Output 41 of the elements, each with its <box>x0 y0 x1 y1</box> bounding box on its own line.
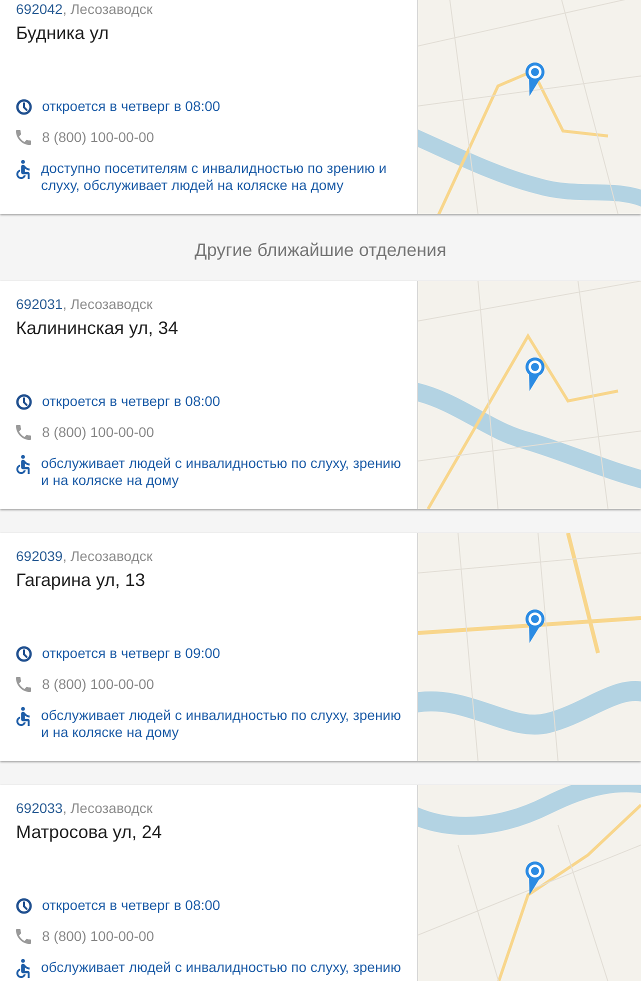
opening-hours-text: откроется в четверг в 08:00 <box>42 393 220 410</box>
accessibility-text: обслуживает людей с инвалидностью по слуху, зрению <box>41 959 402 976</box>
phone-number-text: 8 (800) 100-00-00 <box>42 424 154 441</box>
opening-hours-text: откроется в четверг в 09:00 <box>42 645 220 662</box>
phone-icon <box>16 677 31 692</box>
phone-number-text: 8 (800) 100-00-00 <box>42 129 154 146</box>
postcode-city-text: 692039, Лесозаводск <box>16 548 153 564</box>
office-card[interactable]: 692033, Лесозаводск Матросова ул, 24 откроется в четверг в 08:00 8 (800) 100-00-00 обслуживает людей с инвалидностью по слуху, зрению <box>0 785 641 981</box>
wheelchair-icon <box>16 707 30 726</box>
map-pin-icon <box>525 62 545 96</box>
map-pin-icon <box>525 609 545 643</box>
phone-icon <box>16 929 31 944</box>
map-pin-icon <box>525 861 545 895</box>
clock-icon <box>16 394 32 410</box>
office-card[interactable]: 692042, Лесозаводск Будника ул откроется в четверг в 08:00 8 (800) 100-00-00 доступно посетителям с инвалидностью по зрению и слуху, обслуживает людей на коляске на дому <box>0 0 641 214</box>
opening-hours-text: откроется в четверг в 08:00 <box>42 897 220 914</box>
phone-icon <box>16 130 31 145</box>
postcode-city-text: 692033, Лесозаводск <box>16 800 153 816</box>
wheelchair-icon <box>16 455 30 474</box>
office-card[interactable]: 692031, Лесозаводск Калининская ул, 34 откроется в четверг в 08:00 8 (800) 100-00-00 обслуживает людей с инвалидностью по слуху, зрению и на коляске на дому <box>0 281 641 509</box>
clock-icon <box>16 99 32 115</box>
postcode-city-text: 692042, Лесозаводск <box>16 1 153 17</box>
section-heading: Другие ближайшие отделения <box>194 239 448 262</box>
phone-icon <box>16 425 31 440</box>
opening-hours-text: откроется в четверг в 08:00 <box>42 98 220 115</box>
accessibility-text: доступно посетителям с инвалидностью по зрению и слуху, обслуживает людей на коляске на дому <box>41 160 388 194</box>
address-text: Калининская ул, 34 <box>16 317 180 339</box>
phone-number-text: 8 (800) 100-00-00 <box>42 676 154 693</box>
map-pin-icon <box>525 357 545 391</box>
phone-number-text: 8 (800) 100-00-00 <box>42 928 154 945</box>
address-text: Будника ул <box>16 22 110 44</box>
wheelchair-icon <box>16 959 30 978</box>
office-card[interactable]: 692039, Лесозаводск Гагарина ул, 13 откроется в четверг в 09:00 8 (800) 100-00-00 обслуживает людей с инвалидностью по слуху, зрению и на коляске на дому <box>0 533 641 761</box>
wheelchair-icon <box>16 160 30 179</box>
clock-icon <box>16 646 32 662</box>
clock-icon <box>16 898 32 914</box>
accessibility-text: обслуживает людей с инвалидностью по слуху, зрению и на коляске на дому <box>41 707 402 741</box>
address-text: Матросова ул, 24 <box>16 821 163 843</box>
accessibility-text: обслуживает людей с инвалидностью по слуху, зрению и на коляске на дому <box>41 455 402 489</box>
postcode-city-text: 692031, Лесозаводск <box>16 296 153 312</box>
address-text: Гагарина ул, 13 <box>16 569 146 591</box>
